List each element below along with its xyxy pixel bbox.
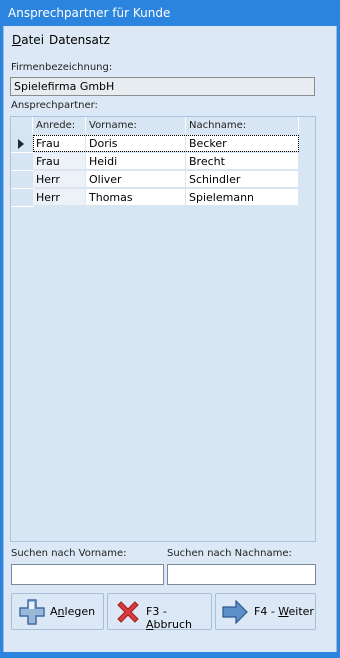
- menu-datensatz[interactable]: Datensatz: [49, 33, 110, 47]
- menu-datei[interactable]: Datei: [12, 33, 44, 47]
- table-row[interactable]: Frau Doris Becker: [11, 135, 299, 153]
- cell-anrede[interactable]: Frau: [33, 153, 86, 170]
- header-corner: [11, 117, 33, 133]
- contacts-grid[interactable]: Anrede: Vorname: Nachname: Frau Doris Be…: [10, 116, 316, 542]
- column-header-vorname[interactable]: Vorname:: [86, 117, 186, 133]
- window-border-bottom: [0, 652, 340, 658]
- cell-vorname[interactable]: Heidi: [86, 153, 186, 170]
- plus-icon: [19, 599, 45, 625]
- search-lastname-label: Suchen nach Nachname:: [167, 548, 292, 559]
- title-bar[interactable]: Ansprechpartner für Kunde: [0, 0, 340, 26]
- cancel-button-label: F3 - Abbruch: [146, 605, 193, 631]
- menu-bar: Datei Datensatz: [3, 28, 333, 50]
- add-button[interactable]: Anlegen: [11, 593, 104, 630]
- next-button-label: F4 - Weiter: [254, 605, 314, 618]
- current-row-arrow-icon: [18, 139, 24, 149]
- cell-nachname[interactable]: Spielemann: [186, 189, 299, 206]
- red-x-icon: [117, 601, 139, 623]
- search-lastname-input[interactable]: [167, 564, 316, 585]
- column-header-anrede[interactable]: Anrede:: [33, 117, 86, 133]
- search-firstname-label: Suchen nach Vorname:: [11, 548, 127, 559]
- cell-nachname[interactable]: Schindler: [186, 171, 299, 188]
- cancel-button[interactable]: F3 - Abbruch: [107, 593, 212, 631]
- row-header[interactable]: [11, 171, 34, 189]
- firm-label: Firmenbezeichnung:: [11, 62, 113, 73]
- window-title: Ansprechpartner für Kunde: [8, 6, 171, 20]
- cell-vorname[interactable]: Oliver: [86, 171, 186, 188]
- cell-nachname[interactable]: Brecht: [186, 153, 299, 170]
- row-header[interactable]: [11, 153, 34, 171]
- next-button[interactable]: F4 - Weiter: [215, 593, 316, 630]
- firm-field: Spielefirma GmbH: [10, 77, 315, 96]
- grid-header: Anrede: Vorname: Nachname:: [11, 117, 299, 133]
- table-row[interactable]: Herr Oliver Schindler: [11, 171, 299, 189]
- row-focus-rect: [33, 135, 299, 152]
- cell-anrede[interactable]: Herr: [33, 171, 86, 188]
- cell-anrede[interactable]: Herr: [33, 189, 86, 206]
- search-firstname-input[interactable]: [11, 564, 164, 585]
- cell-vorname[interactable]: Thomas: [86, 189, 186, 206]
- row-header[interactable]: [11, 189, 34, 207]
- table-row[interactable]: Herr Thomas Spielemann: [11, 189, 299, 207]
- add-button-label: Anlegen: [50, 605, 96, 618]
- row-header[interactable]: [11, 135, 34, 153]
- contacts-label: Ansprechpartner:: [11, 100, 98, 111]
- table-row[interactable]: Frau Heidi Brecht: [11, 153, 299, 171]
- blue-arrow-right-icon: [222, 599, 248, 625]
- column-header-nachname[interactable]: Nachname:: [186, 117, 299, 133]
